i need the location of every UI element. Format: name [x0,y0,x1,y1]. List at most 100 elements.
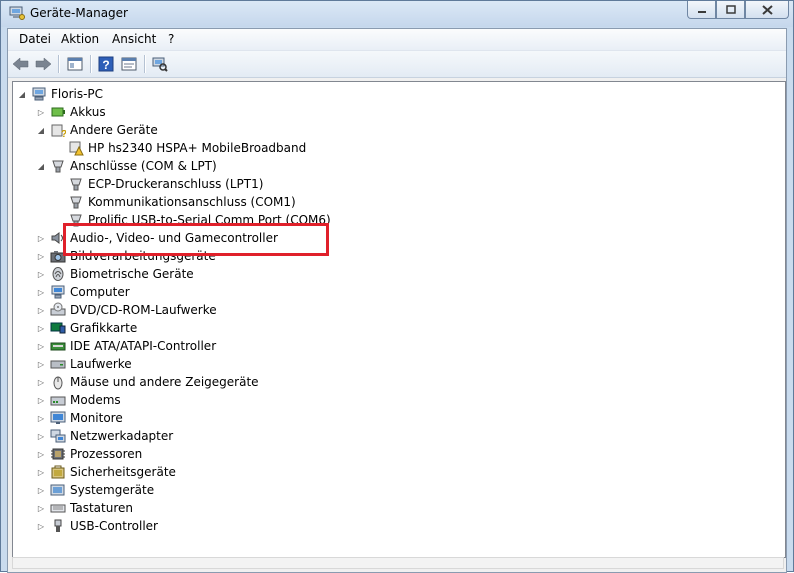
tree-item-label: Laufwerke [70,357,132,371]
tree-item[interactable]: ▷ Prozessoren [36,445,142,463]
tree-item-label: USB-Controller [70,519,158,533]
show-hide-console-tree-button[interactable] [66,55,84,73]
tree-item[interactable]: ◢? Andere Geräte [36,121,158,139]
tree-item[interactable]: Kommunikationsanschluss (COM1) [54,193,296,211]
expand-icon[interactable]: ▷ [36,287,46,297]
tree-item[interactable]: ▷ Netzwerkadapter [36,427,173,445]
modem-icon [50,392,66,408]
tree-item[interactable]: ▷ Tastaturen [36,499,133,517]
expand-icon[interactable]: ▷ [36,503,46,513]
keyboard-icon [50,500,66,516]
tree-item[interactable]: ▷ Grafikkarte [36,319,137,337]
tree-item[interactable]: HP hs2340 HSPA+ MobileBroadband [54,139,306,157]
properties-icon [121,57,137,71]
expand-icon[interactable]: ▷ [36,521,46,531]
tree-item[interactable]: ▷ Computer [36,283,130,301]
collapse-icon[interactable]: ◢ [17,89,27,99]
tree-item-label: Systemgeräte [70,483,155,497]
monitor-icon [50,410,66,426]
maximize-button[interactable] [716,1,745,19]
battery-icon [50,104,66,120]
dvd-icon [50,302,66,318]
tree-item[interactable]: ▷ Akkus [36,103,106,121]
tree-item-label: DVD/CD-ROM-Laufwerke [70,303,217,317]
tree-item-label: Grafikkarte [70,321,138,335]
device-manager-window: Geräte-Manager Datei Aktion Ansicht ? ? … [0,0,794,573]
device-tree[interactable]: ◢ Floris-PC ▷ Akkus ◢? Andere Geräte HP hs23… [12,81,786,558]
port-icon [50,158,66,174]
tree-item[interactable]: ▷ Mäuse und andere Zeigegeräte [36,373,259,391]
collapse-icon[interactable]: ◢ [36,161,46,171]
expand-icon[interactable]: ▷ [36,377,46,387]
expand-icon[interactable]: ▷ [36,269,46,279]
properties-button[interactable] [120,55,138,73]
tree-item-label: IDE ATA/ATAPI-Controller [70,339,217,353]
menu-ansicht[interactable]: Ansicht [112,32,156,46]
scan-hardware-icon [152,57,168,72]
close-button[interactable] [745,1,789,19]
svg-text:?: ? [102,58,109,72]
svg-text:?: ? [61,129,66,138]
help-button[interactable]: ? [97,55,115,73]
tree-item[interactable]: ▷ Laufwerke [36,355,132,373]
menu-bar: Datei Aktion Ansicht ? [8,29,786,51]
expand-icon[interactable]: ▷ [36,323,46,333]
system-device-icon [50,482,66,498]
network-adapter-icon [50,428,66,444]
forward-button[interactable] [34,55,52,73]
toolbar-separator [58,55,60,73]
tree-item[interactable]: ▷ USB-Controller [36,517,158,535]
display-adapter-icon [50,320,66,336]
tree-item-label: Computer [70,285,130,299]
usb-icon [50,518,66,534]
expand-icon[interactable]: ▷ [36,251,46,261]
disk-drive-icon [50,356,66,372]
expand-icon[interactable]: ▷ [36,341,46,351]
tree-item[interactable]: ▷ Biometrische Geräte [36,265,194,283]
tree-item[interactable]: ECP-Druckeranschluss (LPT1) [54,175,263,193]
tree-root[interactable]: ◢ Floris-PC [17,85,103,103]
horizontal-scrollbar[interactable] [12,557,784,569]
tree-item[interactable]: ▷ Sicherheitsgeräte [36,463,176,481]
security-device-icon [50,464,66,480]
expand-icon[interactable]: ▷ [36,449,46,459]
tree-item[interactable]: ▷ Monitore [36,409,123,427]
tree-item[interactable]: ▷ DVD/CD-ROM-Laufwerke [36,301,217,319]
tree-item-label: Tastaturen [70,501,133,515]
port-icon [68,176,84,192]
expand-icon[interactable]: ▷ [36,305,46,315]
collapse-icon[interactable]: ◢ [36,125,46,135]
minimize-button[interactable] [687,1,716,19]
help-icon: ? [98,56,114,72]
expand-icon[interactable]: ▷ [36,395,46,405]
expand-icon[interactable]: ▷ [36,431,46,441]
toolbar: ? [8,51,786,78]
tree-item-label: Biometrische Geräte [70,267,194,281]
tree-root-label: Floris-PC [51,87,104,101]
expand-icon[interactable]: ▷ [36,107,46,117]
expand-icon[interactable]: ▷ [36,413,46,423]
title-bar[interactable]: Geräte-Manager [1,1,793,27]
tree-item[interactable]: ▷ Systemgeräte [36,481,154,499]
mouse-icon [50,374,66,390]
tree-item[interactable]: ▷ Modems [36,391,121,409]
menu-datei[interactable]: Datei [19,32,51,46]
tree-item-label: Andere Geräte [70,123,158,137]
show-hide-console-tree-icon [67,57,83,71]
toolbar-separator [144,55,146,73]
tree-item[interactable]: ▷ IDE ATA/ATAPI-Controller [36,337,216,355]
expand-icon[interactable]: ▷ [36,485,46,495]
back-button[interactable] [12,55,30,73]
expand-icon[interactable]: ▷ [36,467,46,477]
client-area: Datei Aktion Ansicht ? ? ◢ Floris-PC ▷ A… [7,28,787,573]
expand-icon[interactable]: ▷ [36,233,46,243]
tree-item[interactable]: ◢ Anschlüsse (COM & LPT) [36,157,217,175]
expand-icon[interactable]: ▷ [36,359,46,369]
menu-aktion[interactable]: Aktion [61,32,99,46]
scan-hardware-button[interactable] [151,55,169,73]
menu-help[interactable]: ? [168,32,174,46]
close-icon [761,4,773,15]
